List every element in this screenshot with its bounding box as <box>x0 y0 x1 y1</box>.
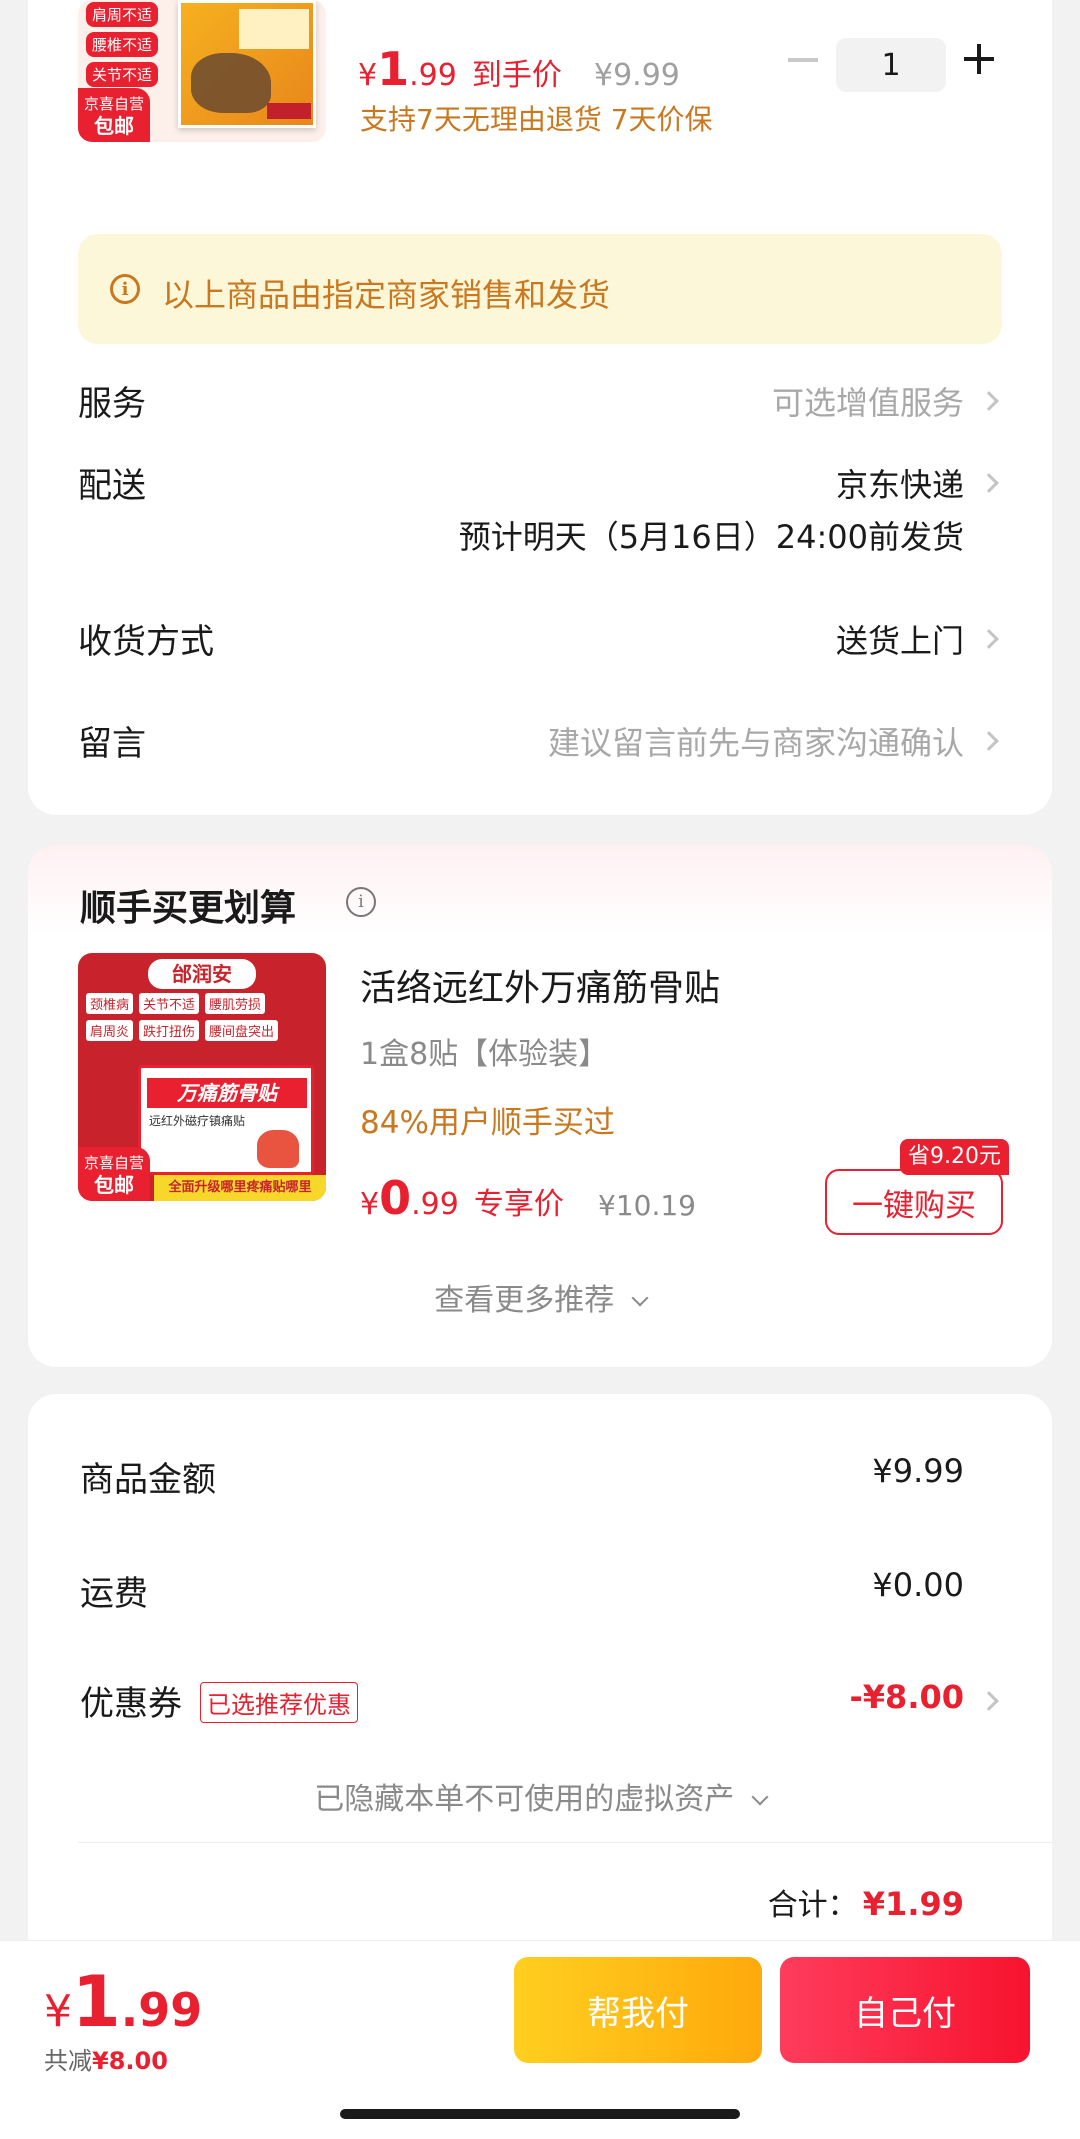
message-input[interactable]: 建议留言前先与商家沟通确认 <box>548 718 964 764</box>
chevron-down-icon <box>751 1788 769 1806</box>
help-pay-label: 帮我付 <box>587 1993 689 2034</box>
item-brand: 邰润安 <box>148 959 256 989</box>
original-price: ¥9.99 <box>594 58 680 93</box>
summary-divider <box>78 1842 1052 1843</box>
summary-card: 商品金额 ¥9.99 运费 ¥0.00 优惠券 已选推荐优惠 -¥8.00 已隐… <box>28 1394 1052 1994</box>
service-value[interactable]: 可选增值服务 <box>772 378 964 424</box>
receive-method-label: 收货方式 <box>78 622 214 662</box>
price-int: 1 <box>377 42 410 96</box>
bottom-price-int: 1 <box>72 1961 121 2043</box>
product-price: ¥1.99 到手价 <box>358 42 562 96</box>
delivery-label: 配送 <box>78 466 146 506</box>
service-label: 服务 <box>78 384 146 424</box>
goods-amount-value: ¥9.99 <box>872 1452 964 1490</box>
item-box-art: 万痛筋骨贴 远红外磁疗镇痛贴 <box>138 1065 314 1175</box>
order-card: 肩周不适 腰椎不适 关节不适 京喜自营 包邮 ¥1.99 到手价 ¥9.99 1… <box>28 0 1052 815</box>
recommend-price-label: 专享价 <box>473 1187 564 1222</box>
discount-label: 共减 <box>44 2047 92 2075</box>
price-dec: .99 <box>409 58 457 93</box>
discount-value: ¥8.00 <box>92 2047 168 2075</box>
save-badge: 省9.20元 <box>900 1139 1009 1175</box>
message-label: 留言 <box>78 724 146 764</box>
more-recommend-label: 查看更多推荐 <box>434 1283 615 1318</box>
item-tag: 肩周炎 <box>86 1020 134 1041</box>
item-tag: 跌打扭伤 <box>139 1020 200 1041</box>
chevron-right-icon[interactable] <box>979 629 999 649</box>
recommend-social-proof: 84%用户顺手买过 <box>360 1105 615 1141</box>
chevron-right-icon[interactable] <box>979 731 999 751</box>
recommend-card: 顺手买更划算 i 邰润安 颈椎病 关节不适 腰肌劳损 肩周炎 跌打扭伤 腰间盘突… <box>28 845 1052 1367</box>
hidden-assets-toggle[interactable]: 已隐藏本单不可使用的虚拟资产 <box>28 1774 1052 1818</box>
coupon-label: 优惠券 <box>80 1684 182 1724</box>
shipping-value: ¥0.00 <box>872 1566 964 1604</box>
quantity-plus-button[interactable] <box>964 44 994 74</box>
one-click-buy-label: 一键购买 <box>852 1187 976 1224</box>
jd-self-tag: 京喜自营 包邮 <box>78 1147 150 1201</box>
shipping-label: 运费 <box>80 1574 148 1614</box>
coupon-value[interactable]: -¥8.00 <box>850 1678 965 1716</box>
home-indicator <box>340 2109 740 2119</box>
seller-notice: i 以上商品由指定商家销售和发货 <box>78 234 1002 344</box>
item-tag: 关节不适 <box>139 993 200 1014</box>
product-badge: 肩周不适 <box>86 2 159 27</box>
bottom-currency: ¥ <box>44 1986 72 2037</box>
product-badge: 关节不适 <box>86 62 159 87</box>
recommend-item-image[interactable]: 邰润安 颈椎病 关节不适 腰肌劳损 肩周炎 跌打扭伤 腰间盘突出 万痛筋骨贴 远… <box>78 953 326 1201</box>
jd-tag-bottom: 包邮 <box>94 1173 134 1197</box>
item-tag: 腰肌劳损 <box>205 993 266 1014</box>
info-icon: i <box>110 274 140 304</box>
recommend-price-dec: .99 <box>411 1187 459 1222</box>
self-pay-label: 自己付 <box>854 1993 956 2034</box>
product-badge: 腰椎不适 <box>86 32 159 57</box>
recommend-item-name[interactable]: 活络远红外万痛筋骨贴 <box>360 959 720 1011</box>
goods-amount-label: 商品金额 <box>80 1460 216 1500</box>
item-tag: 腰间盘突出 <box>205 1020 279 1041</box>
price-label: 到手价 <box>471 58 562 93</box>
help-pay-button[interactable]: 帮我付 <box>514 1957 762 2063</box>
recommend-price-int: 0 <box>379 1171 412 1225</box>
recommend-item-spec: 1盒8贴【体验装】 <box>360 1037 609 1072</box>
jd-tag-top: 京喜自营 <box>83 95 144 113</box>
total-row: 合计： ¥1.99 <box>768 1880 964 1924</box>
item-box-sub: 远红外磁疗镇痛贴 <box>149 1114 246 1128</box>
info-icon[interactable]: i <box>346 887 376 917</box>
jd-tag-bottom: 包邮 <box>94 114 134 138</box>
checkout-bar: ¥1.99 共减¥8.00 帮我付 自己付 <box>0 1940 1080 2139</box>
chevron-right-icon[interactable] <box>979 473 999 493</box>
bottom-price-dec: .99 <box>120 1983 203 2037</box>
chevron-right-icon[interactable] <box>979 1691 999 1711</box>
chevron-right-icon[interactable] <box>979 391 999 411</box>
item-ribbon: 全面升级哪里疼痛贴哪里 <box>154 1175 326 1201</box>
total-label: 合计： <box>767 1888 858 1923</box>
receive-method-value[interactable]: 送货上门 <box>836 616 964 662</box>
quantity-minus-button[interactable] <box>788 58 818 62</box>
notice-text: 以上商品由指定商家销售和发货 <box>162 276 611 314</box>
delivery-eta: 预计明天（5月16日）24:00前发货 <box>458 518 964 556</box>
chevron-down-icon <box>631 1289 649 1307</box>
recommend-item-price: ¥0.99 专享价 <box>360 1171 564 1225</box>
jd-self-tag: 京喜自营 包邮 <box>78 88 150 142</box>
bottom-price: ¥1.99 <box>44 1961 202 2043</box>
total-value: ¥1.99 <box>862 1885 964 1923</box>
item-box-text: 万痛筋骨贴 <box>147 1078 307 1108</box>
hidden-assets-label: 已隐藏本单不可使用的虚拟资产 <box>314 1782 735 1817</box>
service-note: 支持7天无理由退货 7天价保 <box>360 103 713 136</box>
one-click-buy-button[interactable]: 一键购买 <box>825 1169 1003 1235</box>
product-box-art <box>178 0 316 128</box>
recommend-title: 顺手买更划算 <box>80 888 297 929</box>
self-pay-button[interactable]: 自己付 <box>780 1957 1030 2063</box>
product-image[interactable]: 肩周不适 腰椎不适 关节不适 京喜自营 包邮 <box>78 0 326 142</box>
recommend-original-price: ¥10.19 <box>598 1189 696 1222</box>
bottom-discount: 共减¥8.00 <box>44 2041 168 2076</box>
quantity-field[interactable]: 1 <box>836 38 946 92</box>
more-recommend-link[interactable]: 查看更多推荐 <box>28 1275 1052 1319</box>
delivery-value[interactable]: 京东快递 <box>836 460 964 506</box>
coupon-tag: 已选推荐优惠 <box>200 1682 358 1723</box>
jd-tag-top: 京喜自营 <box>83 1154 144 1172</box>
item-tag: 颈椎病 <box>86 993 134 1014</box>
quantity-value: 1 <box>881 47 901 83</box>
